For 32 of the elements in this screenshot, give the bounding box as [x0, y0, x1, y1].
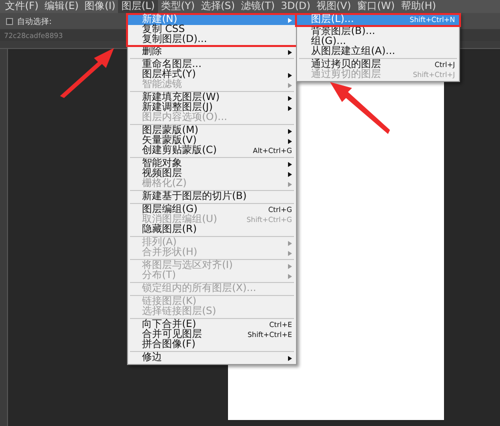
menu-title[interactable]: 帮助(H)	[398, 0, 440, 13]
menu-item[interactable]: 修边	[128, 353, 296, 363]
menu-item[interactable]: 图层蒙版(M)	[128, 126, 296, 136]
menu-item[interactable]: 矢量蒙版(V)	[128, 136, 296, 146]
menu-title[interactable]: 编辑(E)	[42, 0, 82, 13]
menu-item[interactable]: 组(G)...	[297, 37, 459, 47]
menu-item[interactable]: 智能对象	[128, 159, 296, 169]
menu-item[interactable]: 新建调整图层(J)	[128, 103, 296, 113]
menu-title[interactable]: 滤镜(T)	[238, 0, 278, 13]
menu-title[interactable]: 视图(V)	[313, 0, 354, 13]
menu-title[interactable]: 选择(S)	[198, 0, 238, 13]
menu-title[interactable]: 窗口(W)	[354, 0, 398, 13]
menu-title[interactable]: 3D(D)	[278, 0, 314, 13]
menu-title[interactable]: 图像(I)	[82, 0, 118, 13]
menu-item[interactable]: 新建(N)	[128, 15, 296, 25]
menu-item[interactable]: 新建基于图层的切片(B)	[128, 192, 296, 202]
menu-item[interactable]: 隐藏图层(R)	[128, 225, 296, 235]
menu-item[interactable]: 复制图层(D)...	[128, 35, 296, 45]
checkbox[interactable]	[6, 18, 13, 24]
arrow-drawing	[330, 82, 390, 136]
menu-item[interactable]: 视频图层	[128, 169, 296, 179]
menu-item[interactable]: 新建填充图层(W)	[128, 93, 296, 103]
menu-title[interactable]: 类型(Y)	[158, 0, 198, 13]
menu-item[interactable]: 复制 CSS	[128, 25, 296, 35]
menu-item[interactable]: 图层样式(Y)	[128, 70, 296, 80]
menu-item[interactable]: 重命名图层...	[128, 60, 296, 70]
menu-item[interactable]: 从图层建立组(A)...	[297, 47, 459, 57]
auto-select-label: 自动选择:	[17, 16, 52, 26]
menu-item[interactable]: 拼合图像(F)	[128, 340, 296, 350]
menu-title[interactable]: 文件(F)	[2, 0, 42, 13]
arrow-drawing	[58, 48, 114, 98]
menu-title[interactable]: 图层(L)	[118, 0, 158, 13]
